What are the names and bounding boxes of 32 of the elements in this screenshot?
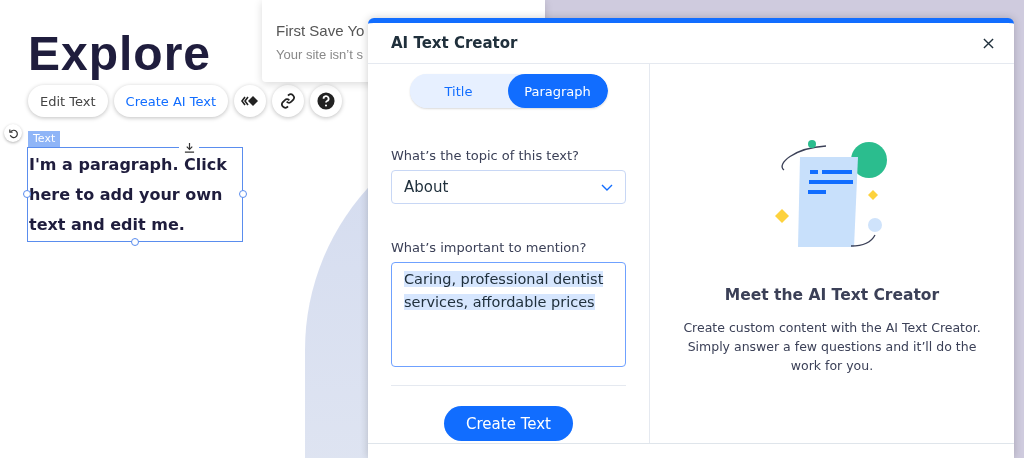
- download-icon: [183, 141, 195, 153]
- element-tag: Text: [28, 131, 61, 147]
- help-icon: [317, 92, 336, 110]
- paragraph: I'm a paragraph. Click here to add your own text and edit me.: [29, 154, 228, 236]
- heading: Explore: [28, 26, 212, 82]
- link-icon: [280, 93, 297, 109]
- diamond-arrows-icon: [241, 95, 260, 107]
- link-button[interactable]: [272, 85, 305, 117]
- create-text-button[interactable]: Create Text: [444, 406, 573, 441]
- rotate-button[interactable]: [4, 124, 22, 142]
- help-button[interactable]: [310, 85, 343, 117]
- tab[interactable]: Paragraph: [507, 74, 608, 108]
- toast-title: First Save Yo: [276, 22, 365, 39]
- edit-button[interactable]: Edit Text: [28, 85, 108, 117]
- animation-button[interactable]: [234, 85, 267, 117]
- field-label: What’s the topic of this text?: [391, 148, 580, 163]
- intro-text: Create custom content with the AI Text Creator. Simply answer a few questions and it’ll do the work for you.: [682, 319, 982, 375]
- chevron-down-icon: [601, 183, 613, 191]
- mention-field[interactable]: Caring, professional dentist services, affordable prices: [391, 262, 626, 367]
- intro-heading: Meet the AI Text Creator: [724, 286, 940, 304]
- dialog-title: AI Text Creator: [391, 34, 518, 52]
- rotate-icon: [7, 127, 19, 139]
- close-button[interactable]: [983, 37, 994, 49]
- ai-text-button[interactable]: Create AI Text: [113, 85, 229, 117]
- resize-handle[interactable]: [23, 190, 31, 198]
- resize-handle[interactable]: [239, 190, 247, 198]
- field-label: What’s important to mention?: [391, 240, 588, 255]
- topic-dropdown[interactable]: About: [391, 170, 626, 204]
- toast-message: Your site isn’t s: [276, 47, 363, 62]
- tab[interactable]: Title: [409, 74, 508, 108]
- close-icon: [983, 37, 994, 49]
- resize-handle[interactable]: [131, 238, 139, 246]
